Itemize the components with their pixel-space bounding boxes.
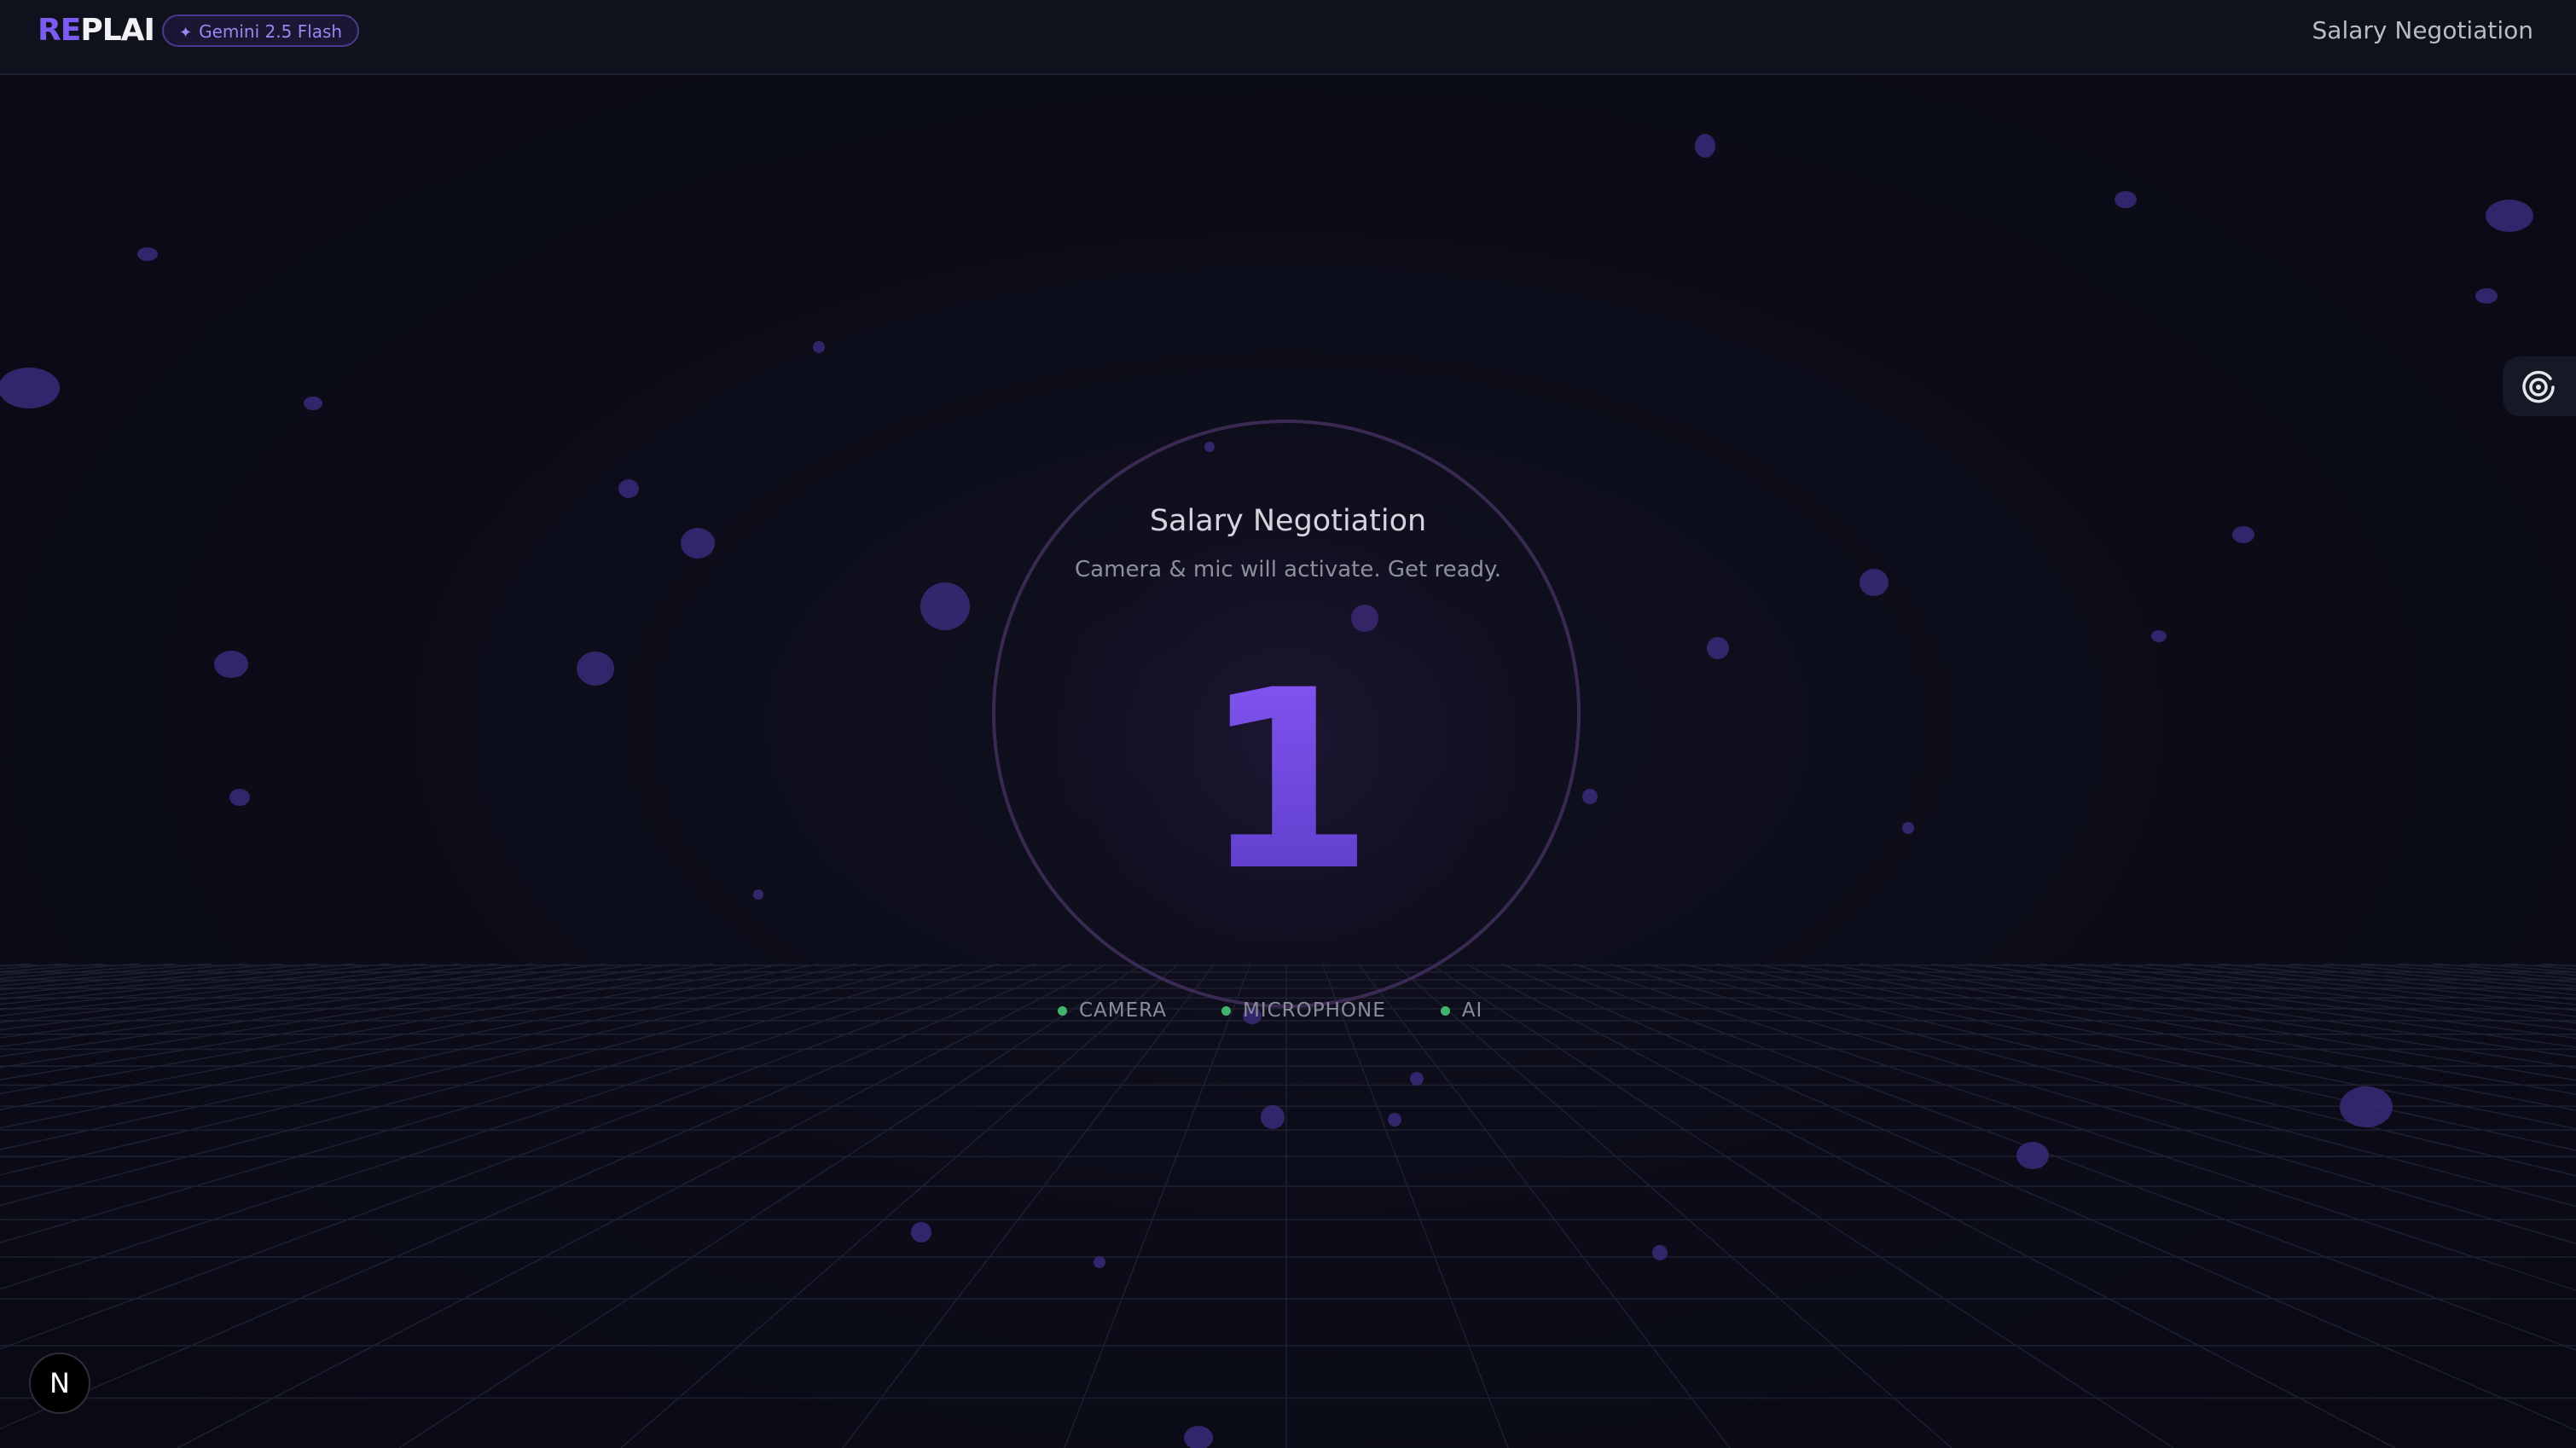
side-tool-button[interactable] (2503, 356, 2576, 416)
countdown-number: 1 (1117, 650, 1459, 914)
countdown-screen: REPLAI ✦ Gemini 2.5 Flash Salary Negotiat… (0, 0, 2576, 1448)
session-subtitle: Camera & mic will activate. Get ready. (1075, 557, 1501, 582)
microphone-status: MICROPHONE (1221, 999, 1386, 1022)
logo-text: PLAI (80, 13, 155, 48)
model-badge: ✦ Gemini 2.5 Flash (162, 14, 360, 47)
scenario-title: Salary Negotiation (2312, 16, 2533, 44)
top-bar: REPLAI ✦ Gemini 2.5 Flash Salary Negotiat… (0, 0, 2576, 75)
device-status-row: CAMERA MICROPHONE AI (1058, 996, 1482, 1025)
replai-logo[interactable]: REPLAI (38, 12, 155, 49)
logo-accent-text: RE (38, 13, 81, 48)
microphone-status-label: MICROPHONE (1242, 999, 1386, 1022)
camera-status-label: CAMERA (1079, 999, 1167, 1022)
ai-status: AI (1440, 999, 1483, 1022)
sparkle-icon: ✦ (179, 24, 193, 42)
camera-status: CAMERA (1058, 999, 1167, 1022)
session-title: Salary Negotiation (1149, 504, 1427, 538)
status-dot-icon (1058, 1005, 1067, 1016)
target-icon (2522, 370, 2555, 403)
dev-tools-avatar[interactable]: N (29, 1352, 90, 1414)
ai-status-label: AI (1461, 999, 1483, 1022)
status-dot-icon (1440, 1005, 1450, 1016)
status-dot-icon (1221, 1005, 1231, 1016)
model-badge-label: Gemini 2.5 Flash (199, 21, 343, 42)
